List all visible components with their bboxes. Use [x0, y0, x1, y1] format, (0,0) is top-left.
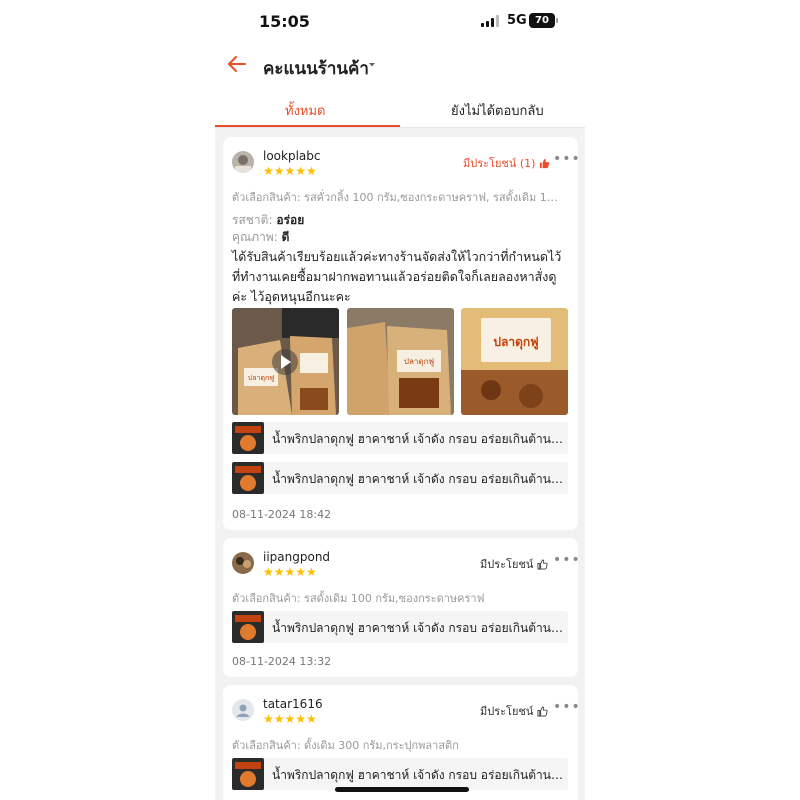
- thumbs-up-filled-icon: [540, 158, 550, 168]
- thumbs-up-icon: [537, 706, 548, 716]
- review-date: 08-11-2024 13:32: [232, 655, 332, 668]
- rating-stars: ★★★★★: [263, 712, 317, 726]
- default-avatar-icon[interactable]: [232, 699, 254, 721]
- more-options-icon[interactable]: •••: [553, 699, 581, 715]
- tab-all[interactable]: ทั้งหมด: [285, 100, 326, 121]
- network-type: 5G: [507, 13, 527, 28]
- product-thumbnail: [232, 758, 264, 790]
- reviewer-name: tatar1616: [263, 697, 323, 711]
- header: คะแนนร้านค้า: [215, 44, 585, 88]
- phone-screen: 15:05 5G 70 คะแนนร้านค้า ทั้งหมด ยังไม่ไ…: [215, 0, 585, 800]
- product-link[interactable]: น้ำพริกปลาดุกฟู ฮาคาชาห์ เจ้าดัง กรอบ อร…: [232, 462, 568, 494]
- variant-text: ตัวเลือกสินค้า: ดั้งเดิม 300 กรัม,กระปุก…: [232, 739, 459, 752]
- review-video-thumbnail[interactable]: ปลาดุกฟู: [232, 308, 339, 415]
- avatar[interactable]: [232, 552, 254, 574]
- status-bar: 15:05 5G 70: [215, 0, 585, 44]
- product-name: น้ำพริกปลาดุกฟู ฮาคาชาห์ เจ้าดัง กรอบ อร…: [272, 432, 564, 446]
- product-link[interactable]: น้ำพริกปลาดุกฟู ฮาคาชาห์ เจ้าดัง กรอบ อร…: [232, 611, 568, 643]
- helpful-button[interactable]: มีประโยชน์: [480, 555, 548, 573]
- product-name: น้ำพริกปลาดุกฟู ฮาคาชาห์ เจ้าดัง กรอบ อร…: [272, 472, 564, 486]
- review-card: tatar1616 ★★★★★ มีประโยชน์ ••• ตัวเลือกส…: [223, 685, 581, 800]
- quality-attribute: คุณภาพ: ดี: [232, 230, 290, 244]
- product-link[interactable]: น้ำพริกปลาดุกฟู ฮาคาชาห์ เจ้าดัง กรอบ อร…: [232, 422, 568, 454]
- caret-down-icon[interactable]: [367, 60, 377, 70]
- rating-stars: ★★★★★: [263, 164, 317, 178]
- review-card: iipangpond ★★★★★ มีประโยชน์ ••• ตัวเลือก…: [223, 538, 581, 677]
- tab-bar: ทั้งหมด ยังไม่ได้ตอบกลับ: [215, 88, 585, 128]
- variant-text: ตัวเลือกสินค้า: รสดั้งเดิม 100 กรัม,ซองก…: [232, 592, 485, 605]
- review-photo[interactable]: ปลาดุกฟู: [347, 308, 454, 415]
- more-options-icon[interactable]: •••: [553, 151, 581, 167]
- product-name: น้ำพริกปลาดุกฟู ฮาคาชาห์ เจ้าดัง กรอบ อร…: [272, 621, 564, 635]
- helpful-label: มีประโยชน์: [480, 558, 534, 571]
- battery-icon: 70: [529, 13, 555, 28]
- product-thumbnail: [232, 422, 264, 454]
- status-time: 15:05: [259, 12, 310, 31]
- product-name: น้ำพริกปลาดุกฟู ฮาคาชาห์ เจ้าดัง กรอบ อร…: [272, 768, 564, 782]
- product-thumbnail: [232, 462, 264, 494]
- avatar[interactable]: [232, 151, 254, 173]
- package-label: ปลาดุกฟู: [493, 335, 538, 350]
- package-label: ปลาดุกฟู: [248, 374, 274, 382]
- reviewer-name: lookplabc: [263, 149, 321, 163]
- helpful-label: มีประโยชน์ (1): [463, 157, 536, 170]
- more-options-icon[interactable]: •••: [553, 552, 581, 568]
- review-card: lookplabc ★★★★★ มีประโยชน์ (1) ••• ตัวเล…: [223, 137, 581, 530]
- reviewer-name: iipangpond: [263, 550, 331, 564]
- product-thumbnail: [232, 611, 264, 643]
- back-arrow-icon[interactable]: [225, 52, 249, 76]
- tab-unreplied[interactable]: ยังไม่ได้ตอบกลับ: [451, 100, 544, 121]
- tab-active-indicator: [215, 125, 400, 127]
- home-indicator: [335, 787, 469, 792]
- thumbs-up-icon: [537, 559, 548, 569]
- page-title: คะแนนร้านค้า: [263, 59, 369, 79]
- package-label: ปลาดุกฟู: [404, 357, 435, 367]
- review-date: 08-11-2024 18:42: [232, 508, 332, 521]
- variant-text: ตัวเลือกสินค้า: รสคั่วกลิ้ง 100 กรัม,ซอง…: [232, 191, 562, 204]
- battery-tip: [556, 18, 558, 23]
- review-text: ได้รับสินค้าเรียบร้อยแล้วค่ะทางร้านจัดส่…: [232, 249, 562, 304]
- helpful-button[interactable]: มีประโยชน์ (1): [463, 154, 550, 172]
- review-photo[interactable]: ปลาดุกฟู: [461, 308, 568, 415]
- helpful-label: มีประโยชน์: [480, 705, 534, 718]
- product-link[interactable]: น้ำพริกปลาดุกฟู ฮาคาชาห์ เจ้าดัง กรอบ อร…: [232, 758, 568, 790]
- helpful-button[interactable]: มีประโยชน์: [480, 702, 548, 720]
- rating-stars: ★★★★★: [263, 565, 317, 579]
- signal-icon: [481, 15, 499, 27]
